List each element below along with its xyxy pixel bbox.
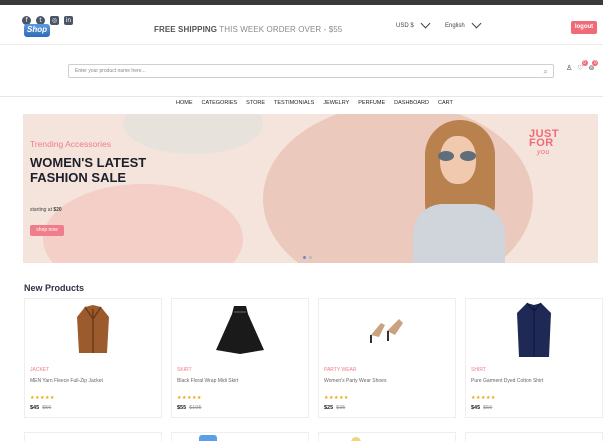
search-icon[interactable]: ⌕ xyxy=(544,67,548,77)
product-name[interactable]: Black Floral Wrap Midi Skirt xyxy=(177,377,257,385)
product-card[interactable]: JACKET MEN Yarn Fleece Full-Zip Jacket ★… xyxy=(24,298,162,418)
new-products-title: New Products xyxy=(24,283,85,293)
product-card[interactable]: SKIRT Black Floral Wrap Midi Skirt ★★★★★… xyxy=(171,298,309,418)
language-select[interactable]: English xyxy=(445,18,482,29)
logout-button[interactable]: logout xyxy=(571,21,597,34)
product-category: JACKET xyxy=(30,367,50,373)
slider-dot[interactable] xyxy=(303,256,306,259)
shipping-bold: FREE SHIPPING xyxy=(154,25,218,34)
currency-select[interactable]: USD $ xyxy=(396,18,431,29)
hero-starting-price: starting at $20 xyxy=(30,207,62,213)
instagram-icon[interactable]: ◎ xyxy=(50,16,59,25)
current-price: $25 xyxy=(324,405,334,411)
current-price: $45 xyxy=(30,405,40,411)
product-card[interactable] xyxy=(171,432,309,441)
product-name[interactable]: Women's Party Wear Shoes xyxy=(324,377,404,385)
nav-store[interactable]: STORE xyxy=(246,100,265,106)
product-rating: ★★★★★ xyxy=(177,395,202,401)
search-bar: Enter your product name here... ⌕ xyxy=(68,64,554,78)
nav-perfume[interactable]: PERFUME xyxy=(358,100,385,106)
product-name[interactable]: Pure Garment Dyed Cotton Shirt xyxy=(471,377,551,385)
nav-cart[interactable]: CART xyxy=(438,100,453,106)
top-dark-bar xyxy=(0,0,603,5)
search-input[interactable]: Enter your product name here... xyxy=(75,68,146,74)
hero-headline: WOMEN'S LATEST FASHION SALE xyxy=(30,155,147,185)
product-image[interactable] xyxy=(172,299,308,361)
hero-decoration xyxy=(43,184,243,263)
nav-testimonials[interactable]: TESTIMONIALS xyxy=(274,100,314,106)
shirt-icon xyxy=(517,302,551,357)
product-price: $55 $105 xyxy=(177,405,201,411)
old-price: $35 xyxy=(336,405,346,411)
main-nav: HOME CATEGORIES STORE TESTIMONIALS JEWEL… xyxy=(176,100,453,106)
shoes-icon xyxy=(370,319,403,343)
language-value: English xyxy=(445,23,465,29)
currency-value: USD $ xyxy=(396,23,414,29)
product-card[interactable] xyxy=(465,432,603,441)
product-price: $45 $56 xyxy=(471,405,492,411)
linkedin-icon[interactable]: in xyxy=(64,16,73,25)
shipping-rest: THIS WEEK ORDER OVER - $55 xyxy=(217,25,343,34)
product-category: SKIRT xyxy=(177,367,192,373)
side-text-you: you xyxy=(537,149,550,156)
skirt-icon xyxy=(216,306,264,354)
starting-amount: $20 xyxy=(53,207,62,213)
product-image[interactable] xyxy=(319,299,455,361)
hero-banner: JUST FOR you Trending Accessories WOMEN'… xyxy=(23,114,598,263)
nav-dashboard[interactable]: DASHBOARD xyxy=(394,100,429,106)
just-for-you-text: JUST FOR you xyxy=(529,129,559,157)
product-card[interactable] xyxy=(318,432,456,441)
product-card[interactable]: PARTY WEAR Women's Party Wear Shoes ★★★★… xyxy=(318,298,456,418)
wishlist-count: 0 xyxy=(581,60,588,66)
logo[interactable]: Shop xyxy=(24,20,51,38)
product-category: PARTY WEAR xyxy=(324,367,357,373)
shipping-notice: FREE SHIPPING THIS WEEK ORDER OVER - $55 xyxy=(154,25,342,34)
product-price: $25 $35 xyxy=(324,405,345,411)
nav-jewelry[interactable]: JEWELRY xyxy=(323,100,349,106)
hero-tag: Trending Accessories xyxy=(30,139,111,149)
current-price: $55 xyxy=(177,405,187,411)
old-price: $56 xyxy=(42,405,52,411)
old-price: $105 xyxy=(189,405,202,411)
current-price: $45 xyxy=(471,405,481,411)
nav-categories[interactable]: CATEGORIES xyxy=(202,100,238,106)
product-rating: ★★★★★ xyxy=(471,395,496,401)
cart-icon[interactable]: ⊚ 0 xyxy=(589,60,599,72)
product-category: SHIRT xyxy=(471,367,486,373)
starting-prefix: starting at xyxy=(30,207,54,213)
product-image[interactable] xyxy=(466,299,602,361)
product-rating: ★★★★★ xyxy=(30,395,55,401)
wishlist-icon[interactable]: ♡ 0 xyxy=(577,60,588,72)
product-rating: ★★★★★ xyxy=(324,395,349,401)
product-price: $45 $56 xyxy=(30,405,51,411)
jacket-icon xyxy=(77,305,109,353)
old-price: $56 xyxy=(483,405,493,411)
user-icon[interactable]: ♙ xyxy=(566,64,572,72)
product-name[interactable]: MEN Yarn Fleece Full-Zip Jacket xyxy=(30,377,110,385)
hero-decoration xyxy=(123,114,263,154)
product-image[interactable] xyxy=(25,299,161,361)
slider-dots[interactable] xyxy=(303,256,312,259)
product-card[interactable]: SHIRT Pure Garment Dyed Cotton Shirt ★★★… xyxy=(465,298,603,418)
shop-now-button[interactable]: shop now xyxy=(30,225,64,236)
header-actions: ♙ ♡ 0 ⊚ 0 xyxy=(566,60,599,72)
logo-text: Shop xyxy=(27,25,47,34)
nav-home[interactable]: HOME xyxy=(176,100,193,106)
hero-model-image xyxy=(403,114,513,263)
product-card[interactable] xyxy=(24,432,162,441)
slider-dot[interactable] xyxy=(309,256,312,259)
